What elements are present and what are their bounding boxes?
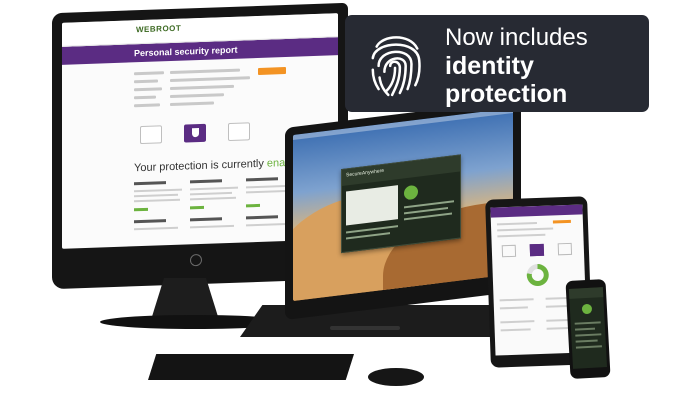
device-icon [501,244,517,258]
app-window: SecureAnywhere [341,154,461,254]
banner-headline: Now includes identity protection [445,24,588,108]
monitor-icon [557,242,573,256]
shield-icon [529,243,545,257]
phone [565,279,611,379]
banner-line-protection: protection [445,79,568,108]
product-hero-image: WEBROOT Personal security report Your pr… [0,0,700,400]
tablet-header [490,204,583,218]
fingerprint-icon [371,36,421,97]
report-action-button[interactable] [258,66,286,75]
banner-line-identity: identity [445,51,534,80]
laptop-base [240,305,520,337]
report-details [62,55,338,125]
banner-line-now-includes: Now includes [445,24,588,51]
shield-icon [184,123,206,143]
app-panel [346,185,398,226]
protection-donut [526,263,550,287]
laptop-trackpad [330,326,400,330]
identity-protection-banner: Now includes identity protection [345,15,649,112]
status-prefix: Your protection is currently [134,157,264,175]
checkmark-icon [581,303,593,315]
monitor-icon [228,122,250,142]
device-icon [140,125,162,145]
phone-screen [568,287,608,369]
brand-logo: WEBROOT [136,23,182,35]
keyboard [148,354,354,380]
checkmark-icon [404,184,418,201]
app-title: SecureAnywhere [342,155,460,187]
phone-header [568,287,604,299]
power-icon [190,253,202,267]
laptop-screen: SecureAnywhere [293,108,513,302]
mouse [368,368,424,386]
